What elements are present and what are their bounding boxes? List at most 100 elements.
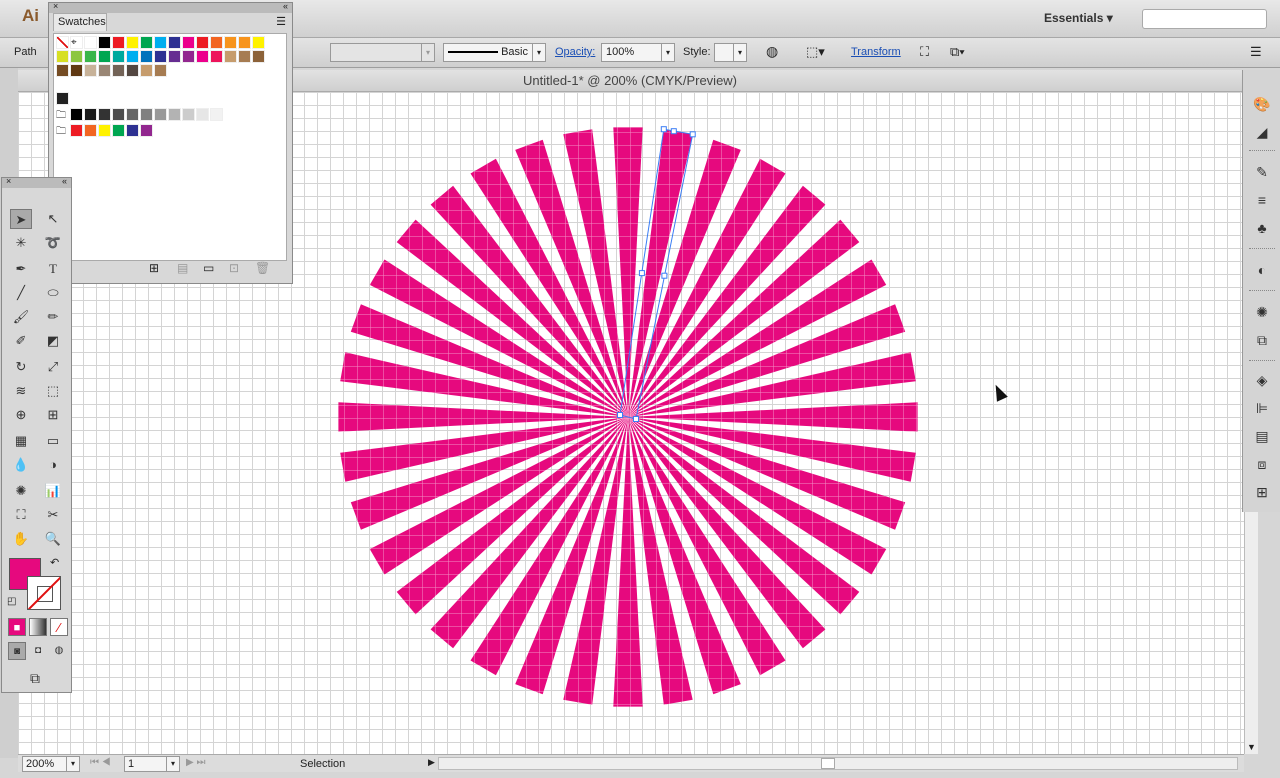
color-swatch[interactable] bbox=[168, 50, 181, 63]
color-swatch[interactable] bbox=[98, 64, 111, 77]
lasso-tool-icon[interactable]: ➰ bbox=[42, 233, 64, 253]
gray-swatch[interactable] bbox=[154, 108, 167, 121]
group-swatch[interactable] bbox=[112, 124, 125, 137]
draw-inside-icon[interactable]: ◍ bbox=[50, 642, 68, 660]
color-swatch[interactable] bbox=[70, 64, 83, 77]
group-swatch[interactable] bbox=[70, 124, 83, 137]
pencil-tool-icon[interactable]: ✏ bbox=[42, 307, 64, 327]
type-tool-icon[interactable]: T bbox=[42, 259, 64, 279]
line-tool-icon[interactable]: ╱ bbox=[10, 283, 32, 303]
direct-selection-tool-icon[interactable]: ↖ bbox=[42, 209, 64, 229]
group-swatch[interactable] bbox=[98, 124, 111, 137]
brush-definition-dropdown[interactable]: Basic ▾ bbox=[443, 43, 546, 62]
isolate-icon[interactable]: ⛶ bbox=[920, 44, 929, 60]
color-swatch[interactable] bbox=[140, 64, 153, 77]
zoom-select[interactable]: 200% ▾ bbox=[22, 756, 80, 772]
color-swatch[interactable] bbox=[252, 50, 265, 63]
artboard-tool-icon[interactable]: ⛶ bbox=[10, 505, 32, 525]
blend-tool-icon[interactable]: ◑ bbox=[42, 455, 64, 475]
slice-tool-icon[interactable]: ✂ bbox=[42, 505, 64, 525]
swatch-libraries-icon[interactable]: ⊞ bbox=[149, 261, 159, 275]
draw-behind-icon[interactable]: ◘ bbox=[29, 642, 47, 660]
color-swatch[interactable] bbox=[112, 36, 125, 49]
pathfinder-icon[interactable]: ⧈ bbox=[1253, 456, 1271, 472]
color-swatch[interactable] bbox=[154, 36, 167, 49]
color-swatch[interactable] bbox=[126, 36, 139, 49]
workspace-switcher[interactable]: Essentials ▾ bbox=[1044, 11, 1113, 25]
paintbrush-tool-icon[interactable]: 🖌 bbox=[10, 307, 32, 327]
color-swatch[interactable] bbox=[252, 36, 265, 49]
scroll-thumb[interactable] bbox=[821, 758, 835, 769]
draw-normal-icon[interactable]: ◙ bbox=[8, 642, 26, 660]
stroke-icon[interactable]: ≡ bbox=[1253, 192, 1271, 208]
color-swatch[interactable] bbox=[210, 50, 223, 63]
none-mode-icon[interactable]: ⁄ bbox=[50, 618, 68, 636]
collapse-icon[interactable]: « bbox=[62, 176, 67, 186]
magic-wand-tool-icon[interactable]: ✳ bbox=[10, 233, 32, 253]
anchor-point[interactable] bbox=[617, 412, 623, 418]
shape-builder-tool-icon[interactable]: ⊕ bbox=[10, 405, 32, 425]
screen-mode-icon[interactable]: ⧉ bbox=[24, 668, 46, 688]
color-swatch[interactable] bbox=[126, 64, 139, 77]
horizontal-scrollbar[interactable] bbox=[438, 757, 1238, 770]
status-menu-icon[interactable]: ▶ bbox=[428, 757, 435, 768]
color-swatch[interactable] bbox=[182, 36, 195, 49]
anchor-point[interactable] bbox=[661, 272, 668, 279]
color-swatch[interactable] bbox=[210, 36, 223, 49]
layers-icon[interactable]: ◈ bbox=[1253, 372, 1271, 388]
delete-icon[interactable]: 🗑 bbox=[255, 261, 270, 275]
anchor-point[interactable] bbox=[660, 126, 667, 133]
color-swatch[interactable] bbox=[126, 50, 139, 63]
color-swatch[interactable] bbox=[98, 36, 111, 49]
gradient-mode-icon[interactable] bbox=[29, 618, 47, 636]
new-swatch-icon[interactable]: ⊡ bbox=[229, 261, 239, 275]
perspective-grid-tool-icon[interactable]: ⊞ bbox=[42, 405, 64, 425]
collapse-icon[interactable]: « bbox=[283, 1, 288, 11]
color-swatch[interactable] bbox=[140, 36, 153, 49]
color-swatch[interactable] bbox=[84, 36, 97, 49]
gray-swatch[interactable] bbox=[210, 108, 223, 121]
scroll-down-icon[interactable]: ▼ bbox=[1247, 742, 1256, 752]
scale-tool-icon[interactable]: ⤢ bbox=[42, 357, 64, 377]
color-swatch[interactable] bbox=[112, 50, 125, 63]
mesh-tool-icon[interactable]: ▦ bbox=[10, 431, 32, 451]
eyedropper-tool-icon[interactable]: 💧 bbox=[10, 455, 32, 475]
symbol-sprayer-tool-icon[interactable]: ✺ bbox=[10, 481, 32, 501]
color-swatch[interactable] bbox=[154, 64, 167, 77]
tab-swatches[interactable]: Swatches bbox=[53, 13, 107, 31]
panel-header[interactable]: × « bbox=[49, 1, 292, 13]
eraser-tool-icon[interactable]: ◩ bbox=[42, 331, 64, 351]
arrange-icon[interactable]: ⧉▾ bbox=[950, 44, 965, 60]
panel-menu-icon[interactable]: ☰ bbox=[276, 15, 286, 28]
gray-swatch[interactable] bbox=[98, 108, 111, 121]
color-guide-icon[interactable]: ◢ bbox=[1253, 124, 1271, 140]
free-transform-tool-icon[interactable]: ⬚ bbox=[42, 381, 64, 401]
hand-tool-icon[interactable]: ✋ bbox=[10, 529, 32, 549]
anchor-point[interactable] bbox=[670, 128, 677, 135]
transform-link[interactable]: Transform bbox=[851, 46, 901, 58]
search-input[interactable] bbox=[1142, 9, 1267, 29]
gradient-tool-icon[interactable]: ▭ bbox=[42, 431, 64, 451]
registration-swatch[interactable]: ⌖ bbox=[70, 36, 83, 49]
color-swatch[interactable] bbox=[238, 36, 251, 49]
close-icon[interactable]: × bbox=[6, 176, 11, 186]
brushes-icon[interactable]: ✎ bbox=[1253, 164, 1271, 180]
first-artboard-icon[interactable]: ⏮ ◀ bbox=[90, 757, 111, 768]
show-kinds-icon[interactable]: ▤ bbox=[177, 261, 188, 275]
anchor-point[interactable] bbox=[633, 416, 639, 422]
gray-swatch[interactable] bbox=[70, 108, 83, 121]
symbols-icon[interactable]: ♣ bbox=[1253, 220, 1271, 236]
pen-tool-icon[interactable]: ✒ bbox=[10, 259, 32, 279]
graphic-styles-icon[interactable]: ⧉ bbox=[1253, 332, 1271, 348]
color-swatch[interactable] bbox=[84, 64, 97, 77]
opacity-input[interactable]: 100% ▾ bbox=[601, 43, 675, 62]
blob-brush-tool-icon[interactable]: ✐ bbox=[10, 331, 32, 351]
color-swatch[interactable] bbox=[196, 36, 209, 49]
variable-width-profile[interactable]: ▾ bbox=[330, 43, 435, 62]
folder-icon[interactable]: 🗀 bbox=[56, 124, 69, 137]
color-swatch[interactable] bbox=[196, 50, 209, 63]
gray-swatch[interactable] bbox=[168, 108, 181, 121]
anchor-point[interactable] bbox=[638, 270, 645, 277]
recolor-artwork-icon[interactable]: ◍ bbox=[766, 43, 778, 60]
color-swatch[interactable] bbox=[154, 50, 167, 63]
